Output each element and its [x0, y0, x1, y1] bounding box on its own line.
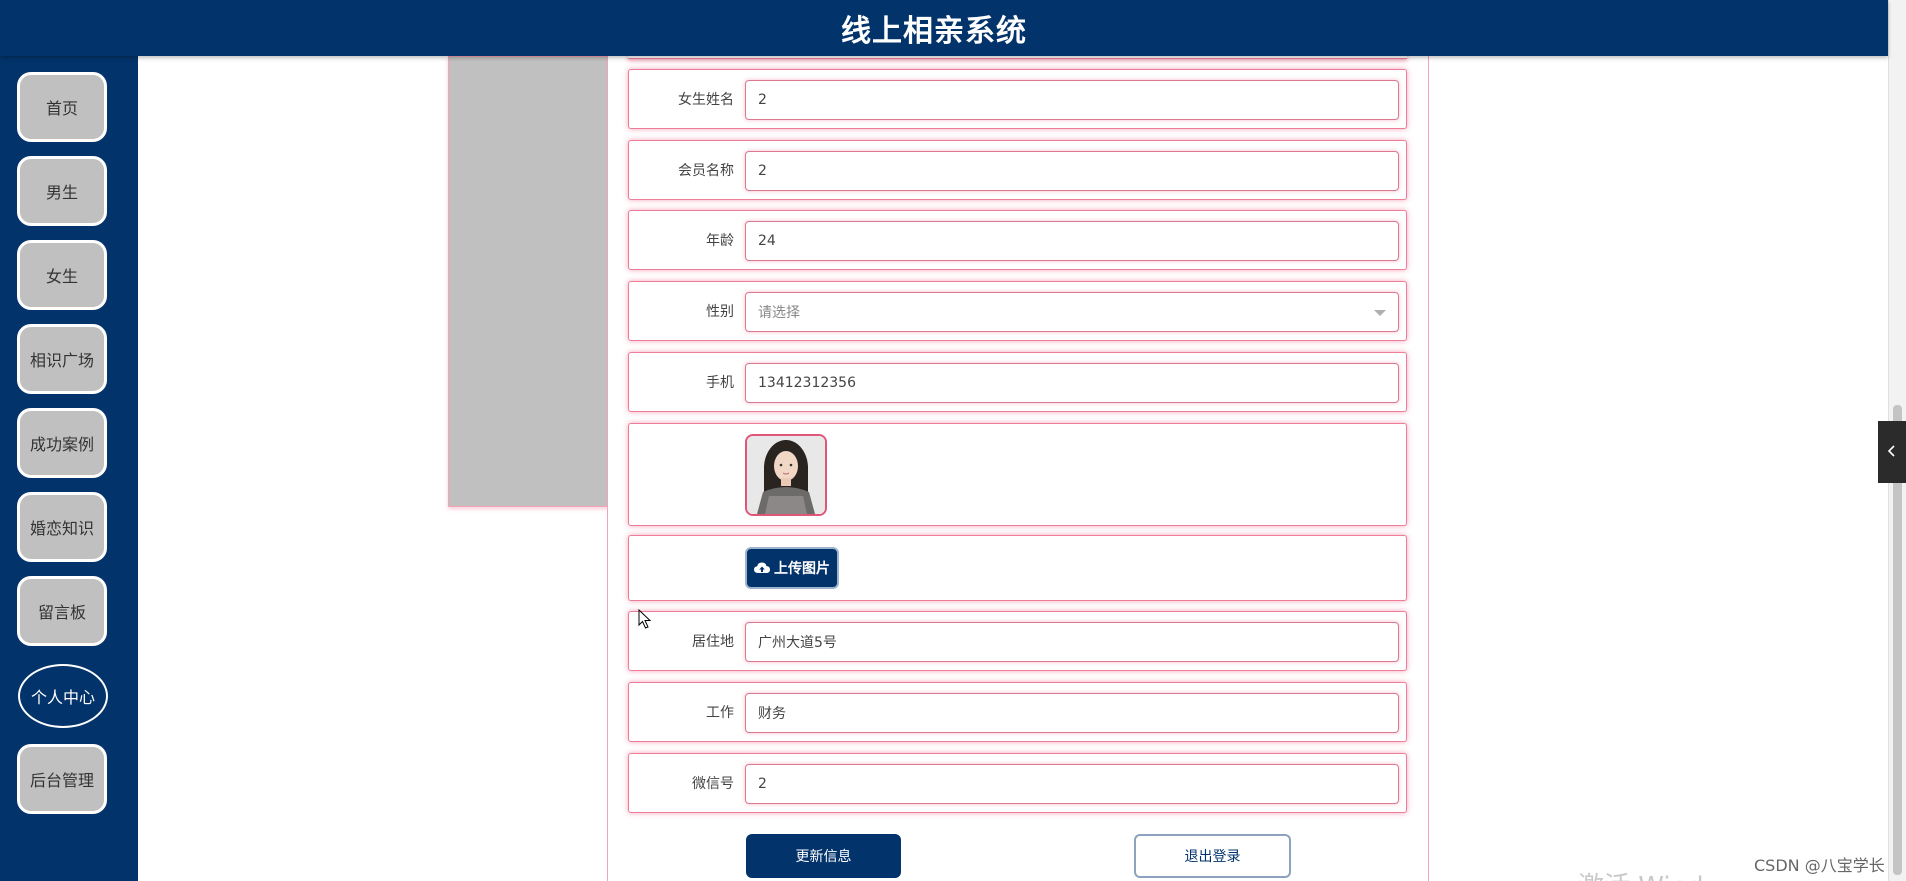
sidebar: 首页 男生 女生 相识广场 成功案例 婚恋知识 留言板 个人中心 后台管理	[0, 56, 138, 881]
row-member-name: 会员名称 2	[628, 140, 1407, 200]
nav-male[interactable]: 男生	[17, 156, 107, 226]
logout-button[interactable]: 退出登录	[1134, 834, 1291, 878]
avatar-portrait-image	[747, 436, 825, 514]
age-label: 年龄	[706, 233, 734, 249]
member-name-label: 会员名称	[678, 163, 734, 179]
age-input[interactable]: 24	[745, 221, 1399, 261]
upload-image-label: 上传图片	[774, 561, 830, 577]
update-info-button[interactable]: 更新信息	[746, 834, 901, 878]
female-name-input[interactable]: 2	[745, 80, 1399, 120]
chevron-down-icon	[1374, 310, 1386, 316]
mouse-cursor-icon	[638, 608, 652, 629]
row-job: 工作 财务	[628, 682, 1407, 742]
gender-select[interactable]: 请选择	[745, 292, 1399, 332]
gender-label: 性别	[706, 304, 734, 320]
job-label: 工作	[706, 705, 734, 721]
nav-success-cases[interactable]: 成功案例	[17, 408, 107, 478]
left-preview-panel	[448, 56, 608, 507]
cloud-upload-icon	[754, 561, 770, 575]
row-gender: 性别 请选择	[628, 281, 1407, 341]
wechat-input[interactable]: 2	[745, 764, 1399, 804]
nav-home[interactable]: 首页	[17, 72, 107, 142]
csdn-watermark: CSDN @八宝学长	[1754, 856, 1885, 875]
side-panel-toggle[interactable]	[1878, 421, 1906, 483]
address-input[interactable]: 广州大道5号	[745, 622, 1399, 662]
row-age: 年龄 24	[628, 210, 1407, 270]
top-header: 线上相亲系统	[0, 0, 1888, 56]
row-avatar-preview	[628, 423, 1407, 526]
phone-input[interactable]: 13412312356	[745, 363, 1399, 403]
site-title: 线上相亲系统	[841, 14, 1027, 49]
row-phone: 手机 13412312356	[628, 352, 1407, 412]
app-root: 线上相亲系统 首页 男生 女生 相识广场 成功案例 婚恋知识 留言板 个人中心 …	[0, 0, 1906, 881]
os-activation-watermark: 激活 Wind	[1578, 866, 1704, 881]
member-name-input[interactable]: 2	[745, 151, 1399, 191]
upload-image-button[interactable]: 上传图片	[745, 547, 839, 589]
avatar-photo[interactable]	[745, 434, 827, 516]
row-upload: 上传图片	[628, 535, 1407, 601]
female-name-label: 女生姓名	[678, 92, 734, 108]
gender-placeholder: 请选择	[758, 305, 800, 321]
nav-marriage-knowledge[interactable]: 婚恋知识	[17, 492, 107, 562]
job-input[interactable]: 财务	[745, 693, 1399, 733]
wechat-label: 微信号	[692, 776, 734, 792]
phone-label: 手机	[706, 375, 734, 391]
nav-admin[interactable]: 后台管理	[17, 744, 107, 814]
row-wechat: 微信号 2	[628, 753, 1407, 813]
nav-personal-center[interactable]: 个人中心	[18, 664, 108, 728]
nav-plaza[interactable]: 相识广场	[17, 324, 107, 394]
chevron-left-icon	[1887, 443, 1897, 462]
row-female-name: 女生姓名 2	[628, 69, 1407, 129]
row-address: 居住地 广州大道5号	[628, 611, 1407, 671]
nav-female[interactable]: 女生	[17, 240, 107, 310]
nav-message-board[interactable]: 留言板	[17, 576, 107, 646]
